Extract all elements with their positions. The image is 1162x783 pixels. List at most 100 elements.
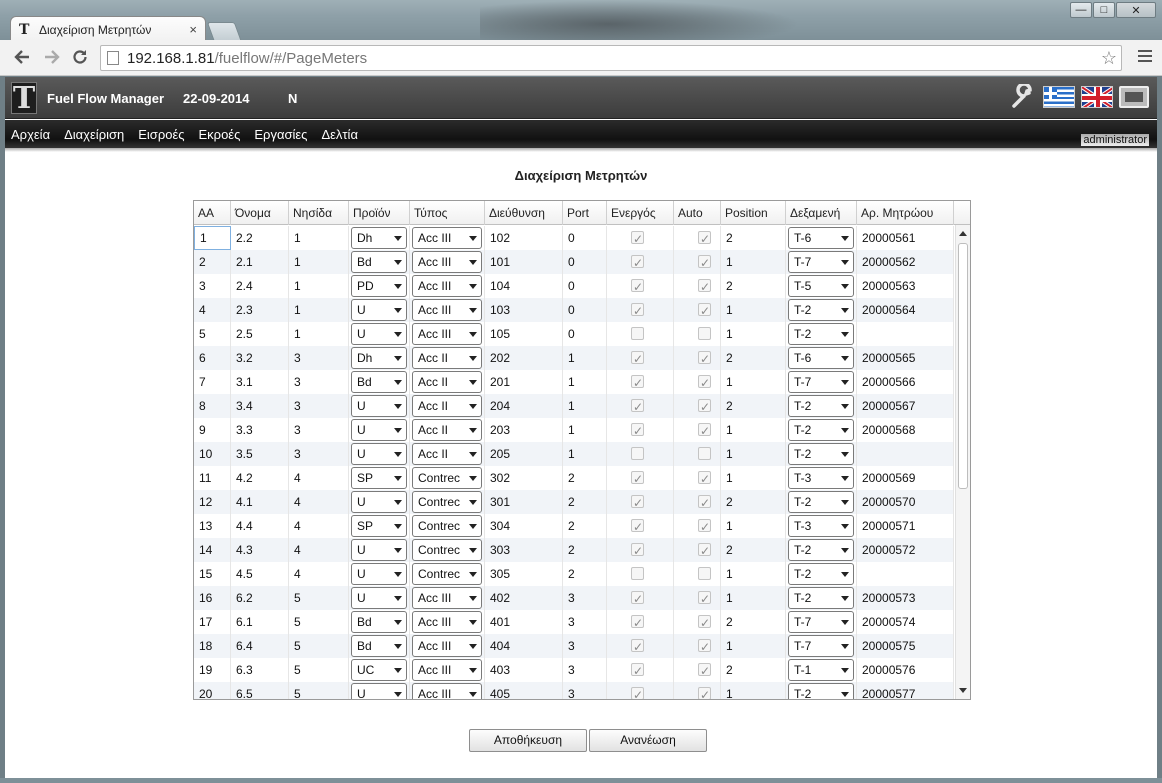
active-checkbox[interactable] — [631, 611, 644, 634]
header-col-island[interactable]: Νησίδα — [289, 201, 349, 225]
cell-name[interactable]: 6.5 — [231, 682, 289, 699]
cell-island[interactable]: 5 — [289, 634, 349, 658]
cell-name[interactable]: 6.2 — [231, 586, 289, 610]
active-checkbox[interactable] — [631, 467, 644, 490]
cell-aa[interactable]: 12 — [194, 490, 231, 514]
cell-aa[interactable]: 1 — [194, 226, 231, 250]
cell-island[interactable]: 1 — [289, 274, 349, 298]
cell-serial[interactable]: 20000576 — [857, 658, 954, 682]
cell-island[interactable]: 5 — [289, 658, 349, 682]
active-checkbox[interactable] — [631, 395, 644, 418]
type-select[interactable]: Acc II — [412, 419, 482, 441]
table-row[interactable]: 32.41 PD Acc III 1040 2 T-5 20000563 — [194, 274, 954, 298]
refresh-button[interactable]: Ανανέωση — [589, 729, 707, 752]
auto-checkbox[interactable] — [698, 635, 711, 658]
cell-address[interactable]: 302 — [485, 466, 563, 490]
cell-serial[interactable]: 20000567 — [857, 394, 954, 418]
cell-address[interactable]: 304 — [485, 514, 563, 538]
cell-port[interactable]: 3 — [563, 658, 607, 682]
type-select[interactable]: Acc II — [412, 347, 482, 369]
cell-port[interactable]: 1 — [563, 346, 607, 370]
back-arrow-icon[interactable] — [12, 48, 32, 68]
active-checkbox[interactable] — [631, 587, 644, 610]
cell-position[interactable]: 1 — [721, 442, 786, 466]
cell-port[interactable]: 0 — [563, 226, 607, 250]
cell-serial[interactable]: 20000573 — [857, 586, 954, 610]
active-checkbox[interactable] — [631, 275, 644, 298]
auto-checkbox[interactable] — [698, 467, 711, 490]
auto-checkbox[interactable] — [698, 419, 711, 442]
cell-position[interactable]: 2 — [721, 538, 786, 562]
cell-address[interactable]: 404 — [485, 634, 563, 658]
product-select[interactable]: U — [351, 443, 407, 465]
cell-name[interactable]: 3.1 — [231, 370, 289, 394]
type-select[interactable]: Acc II — [412, 395, 482, 417]
product-select[interactable]: U — [351, 491, 407, 513]
active-checkbox[interactable] — [631, 539, 644, 562]
table-row[interactable]: 176.15 Bd Acc III 4013 2 T-7 20000574 — [194, 610, 954, 634]
forward-arrow-icon[interactable] — [42, 48, 62, 68]
type-select[interactable]: Acc III — [412, 227, 482, 249]
cell-address[interactable]: 301 — [485, 490, 563, 514]
cell-serial[interactable]: 20000562 — [857, 250, 954, 274]
scroll-down-icon[interactable] — [959, 688, 967, 693]
cell-port[interactable]: 0 — [563, 298, 607, 322]
type-select[interactable]: Acc III — [412, 635, 482, 657]
table-row[interactable]: 206.55U Acc III 4053 1 T-2 20000577 — [194, 682, 954, 699]
auto-checkbox[interactable] — [698, 683, 711, 699]
menu-item-management[interactable]: Διαχείριση — [57, 127, 131, 142]
product-select[interactable]: Bd — [351, 635, 407, 657]
cell-name[interactable]: 4.5 — [231, 562, 289, 586]
type-select[interactable]: Contrec — [412, 491, 482, 513]
type-select[interactable]: Acc III — [412, 587, 482, 609]
address-bar[interactable]: 192.168.1.81/fuelflow/#/PageMeters ☆ — [100, 45, 1122, 71]
active-checkbox[interactable] — [631, 491, 644, 514]
cell-port[interactable]: 3 — [563, 586, 607, 610]
tank-select[interactable]: T-5 — [788, 275, 854, 297]
tank-select[interactable]: T-2 — [788, 491, 854, 513]
tank-select[interactable]: T-2 — [788, 587, 854, 609]
product-select[interactable]: U — [351, 395, 407, 417]
auto-checkbox[interactable] — [698, 587, 711, 610]
tab-close-icon[interactable]: × — [189, 22, 197, 37]
cell-serial[interactable]: 20000561 — [857, 226, 954, 250]
cell-name[interactable]: 3.3 — [231, 418, 289, 442]
cell-island[interactable]: 3 — [289, 346, 349, 370]
cell-island[interactable]: 3 — [289, 394, 349, 418]
tank-select[interactable]: T-2 — [788, 563, 854, 585]
product-select[interactable]: U — [351, 563, 407, 585]
table-row[interactable]: 15 4.5 4 U Contrec 305 2 1 T-2 — [194, 562, 954, 586]
cell-address[interactable]: 403 — [485, 658, 563, 682]
cell-name[interactable]: 2.2 — [231, 226, 289, 250]
cell-serial[interactable]: 20000574 — [857, 610, 954, 634]
product-select[interactable]: Bd — [351, 371, 407, 393]
table-row[interactable]: 166.25U Acc III 4023 1 T-2 20000573 — [194, 586, 954, 610]
auto-checkbox[interactable] — [698, 491, 711, 514]
tank-select[interactable]: T-2 — [788, 299, 854, 321]
cell-aa[interactable]: 6 — [194, 346, 231, 370]
table-row[interactable]: 10 3.5 3 U Acc II 205 1 1 T-2 — [194, 442, 954, 466]
product-select[interactable]: U — [351, 299, 407, 321]
cell-aa[interactable]: 18 — [194, 634, 231, 658]
table-row[interactable]: 5 2.5 1 U Acc III 105 0 1 T-2 — [194, 322, 954, 346]
cell-island[interactable]: 4 — [289, 466, 349, 490]
cell-name[interactable]: 3.4 — [231, 394, 289, 418]
cell-aa[interactable]: 2 — [194, 250, 231, 274]
tank-select[interactable]: T-1 — [788, 659, 854, 681]
scroll-up-icon[interactable] — [959, 231, 967, 236]
cell-serial[interactable]: 20000569 — [857, 466, 954, 490]
header-col-port[interactable]: Port — [563, 201, 607, 225]
menu-item-reports[interactable]: Δελτία — [314, 127, 365, 142]
tank-select[interactable]: T-7 — [788, 251, 854, 273]
cell-name[interactable]: 2.1 — [231, 250, 289, 274]
product-select[interactable]: U — [351, 419, 407, 441]
save-button[interactable]: Αποθήκευση — [469, 729, 587, 752]
cell-address[interactable]: 401 — [485, 610, 563, 634]
cell-name[interactable]: 4.4 — [231, 514, 289, 538]
tank-select[interactable]: T-7 — [788, 611, 854, 633]
menu-item-inflows[interactable]: Εισροές — [131, 127, 191, 142]
product-select[interactable]: U — [351, 587, 407, 609]
type-select[interactable]: Contrec — [412, 563, 482, 585]
type-select[interactable]: Contrec — [412, 467, 482, 489]
cell-aa[interactable]: 17 — [194, 610, 231, 634]
